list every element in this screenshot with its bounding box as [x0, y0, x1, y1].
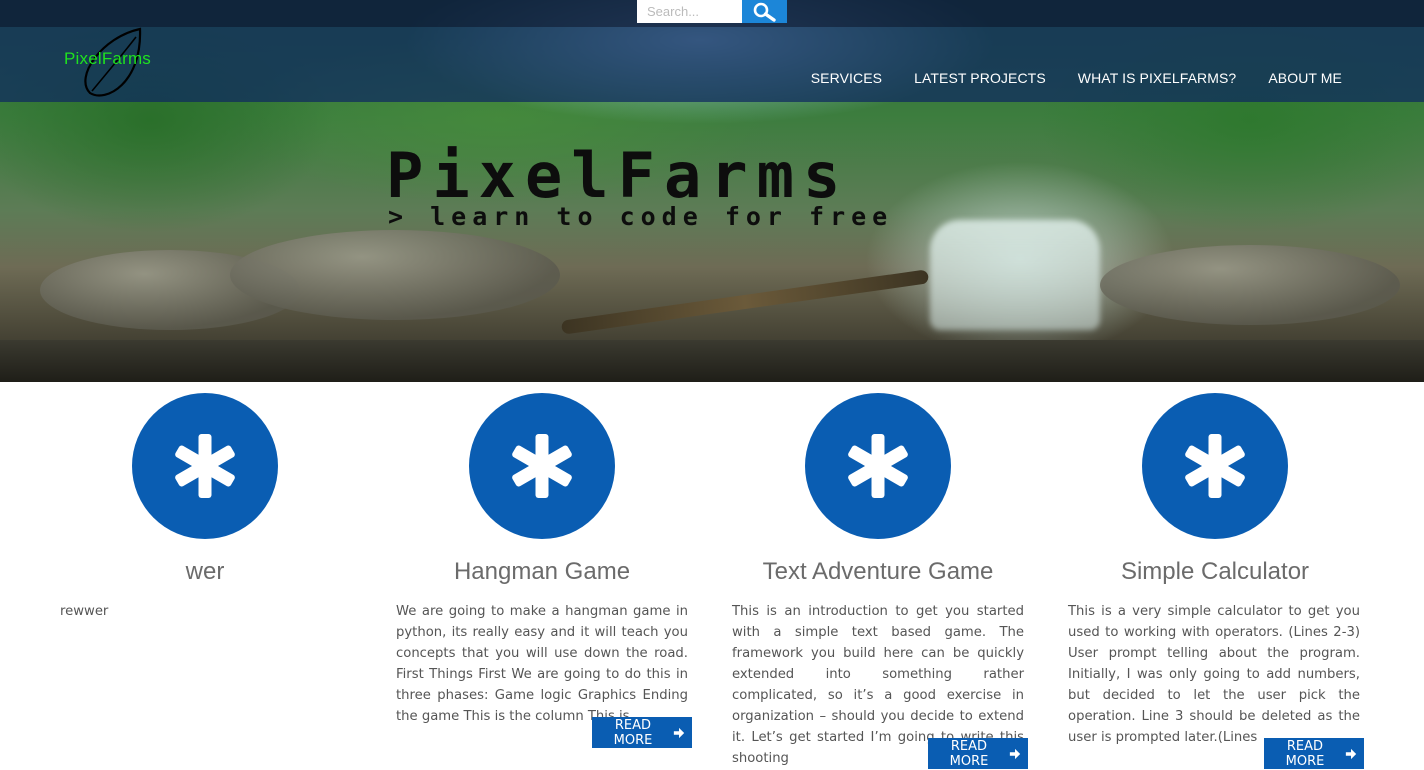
read-more-button[interactable]: READ MORE: [592, 717, 692, 748]
nav-item-what-is-pixelfarms[interactable]: WHAT IS PIXELFARMS?: [1078, 70, 1237, 86]
hero-title: PixelFarms: [386, 139, 850, 212]
asterisk-icon: [1185, 434, 1245, 498]
rock-scenery: [1100, 245, 1400, 325]
asterisk-icon: [512, 434, 572, 498]
read-more-button[interactable]: READ MORE: [928, 738, 1028, 769]
logo-text: PixelFarms: [64, 49, 152, 68]
card-text: rewwer: [60, 604, 109, 619]
nav-item-services[interactable]: SERVICES: [811, 70, 882, 86]
card-title: Simple Calculator: [1120, 558, 1310, 585]
arrow-right-icon: [673, 727, 685, 738]
search-icon: [753, 2, 776, 22]
search-button[interactable]: [742, 0, 787, 23]
rock-scenery: [230, 230, 560, 320]
nav-item-about-me[interactable]: ABOUT ME: [1268, 70, 1342, 86]
asterisk-icon: [848, 434, 908, 498]
service-cards: wer rewwer Hangman Game We are going to …: [0, 382, 1424, 770]
main-nav: SERVICES LATEST PROJECTS WHAT IS PIXELFA…: [811, 70, 1342, 86]
log-scenery: [560, 269, 930, 335]
read-more-label: READ MORE: [949, 738, 989, 769]
read-more-button[interactable]: READ MORE: [1264, 738, 1364, 769]
card-title: Text Adventure Game: [762, 558, 994, 585]
card-icon-circle: [1142, 393, 1288, 539]
nav-item-latest-projects[interactable]: LATEST PROJECTS: [914, 70, 1046, 86]
read-more-label: READ MORE: [613, 717, 653, 748]
search-input[interactable]: [637, 0, 742, 23]
site-logo[interactable]: PixelFarms: [62, 25, 172, 100]
ground-scenery: [0, 340, 1424, 382]
arrow-right-icon: [1345, 748, 1357, 759]
asterisk-icon: [175, 434, 235, 498]
navigation-bar: [0, 27, 1424, 102]
card-title: wer: [185, 558, 225, 585]
read-more-label: READ MORE: [1285, 738, 1325, 769]
hero-subtitle: > learn to code for free: [388, 202, 894, 231]
card-icon-circle: [132, 393, 278, 539]
card-icon-circle: [805, 393, 951, 539]
card-icon-circle: [469, 393, 615, 539]
card-text: We are going to make a hangman game in p…: [396, 604, 688, 724]
arrow-right-icon: [1009, 748, 1021, 759]
waterfall-scenery: [930, 220, 1100, 330]
card-title: Hangman Game: [453, 558, 631, 585]
card-text: This is a very simple calculator to get …: [1068, 604, 1360, 745]
